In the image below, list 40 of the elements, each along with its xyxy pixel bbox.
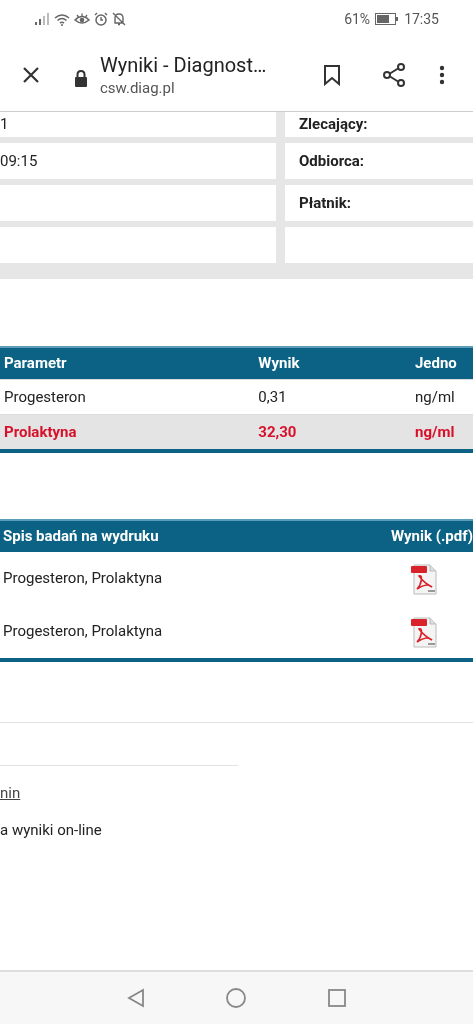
result-value: 32,30 [258, 421, 298, 443]
page-url: csw.diag.pl [100, 77, 176, 98]
page-title: Wyniki - Diagnost… [100, 51, 268, 78]
recents-icon[interactable] [326, 988, 347, 1008]
close-icon [22, 65, 40, 84]
lock-icon [74, 68, 88, 87]
column-header: Wynik [258, 353, 301, 375]
clock-time: 17:35 [404, 9, 439, 29]
wifi-icon [54, 12, 70, 26]
parameter-name: Progesteron [4, 386, 87, 408]
battery-icon [375, 13, 400, 25]
pdf-file-icon[interactable] [410, 614, 438, 649]
footer-link[interactable]: nin [0, 782, 21, 805]
battery-percentage: 61% [344, 9, 371, 29]
bell-off-icon [112, 12, 126, 26]
column-header: Parametr [4, 353, 68, 375]
back-icon[interactable] [126, 988, 145, 1008]
bookmark-icon [323, 63, 341, 86]
footer-text: a wyniki on-line [0, 819, 103, 841]
column-header: Jedno [415, 353, 458, 375]
info-value: 09:15 [0, 150, 38, 172]
eye-icon [74, 12, 90, 26]
unit-value: ng/ml [415, 386, 456, 408]
unit-value: ng/ml [415, 421, 456, 443]
parameter-name: Prolaktyna [4, 421, 78, 443]
signal-icon [34, 13, 50, 25]
result-value: 0,31 [258, 386, 288, 408]
alarm-icon [94, 12, 108, 26]
column-header: Wynik (.pdf) [390, 526, 473, 548]
info-label: Płatnik: [299, 192, 351, 214]
pdf-file-icon[interactable] [410, 561, 438, 596]
tests-list: Progesteron, Prolaktyna [3, 620, 410, 643]
info-value: 1 [0, 114, 9, 136]
share-icon [383, 62, 405, 87]
home-icon[interactable] [224, 987, 247, 1009]
column-header: Spis badań na wydruku [3, 526, 159, 548]
more-options-icon [439, 64, 445, 85]
info-label: Odbiorca: [299, 150, 365, 172]
tests-list: Progesteron, Prolaktyna [3, 567, 410, 590]
info-label: Zlecający: [299, 114, 368, 136]
